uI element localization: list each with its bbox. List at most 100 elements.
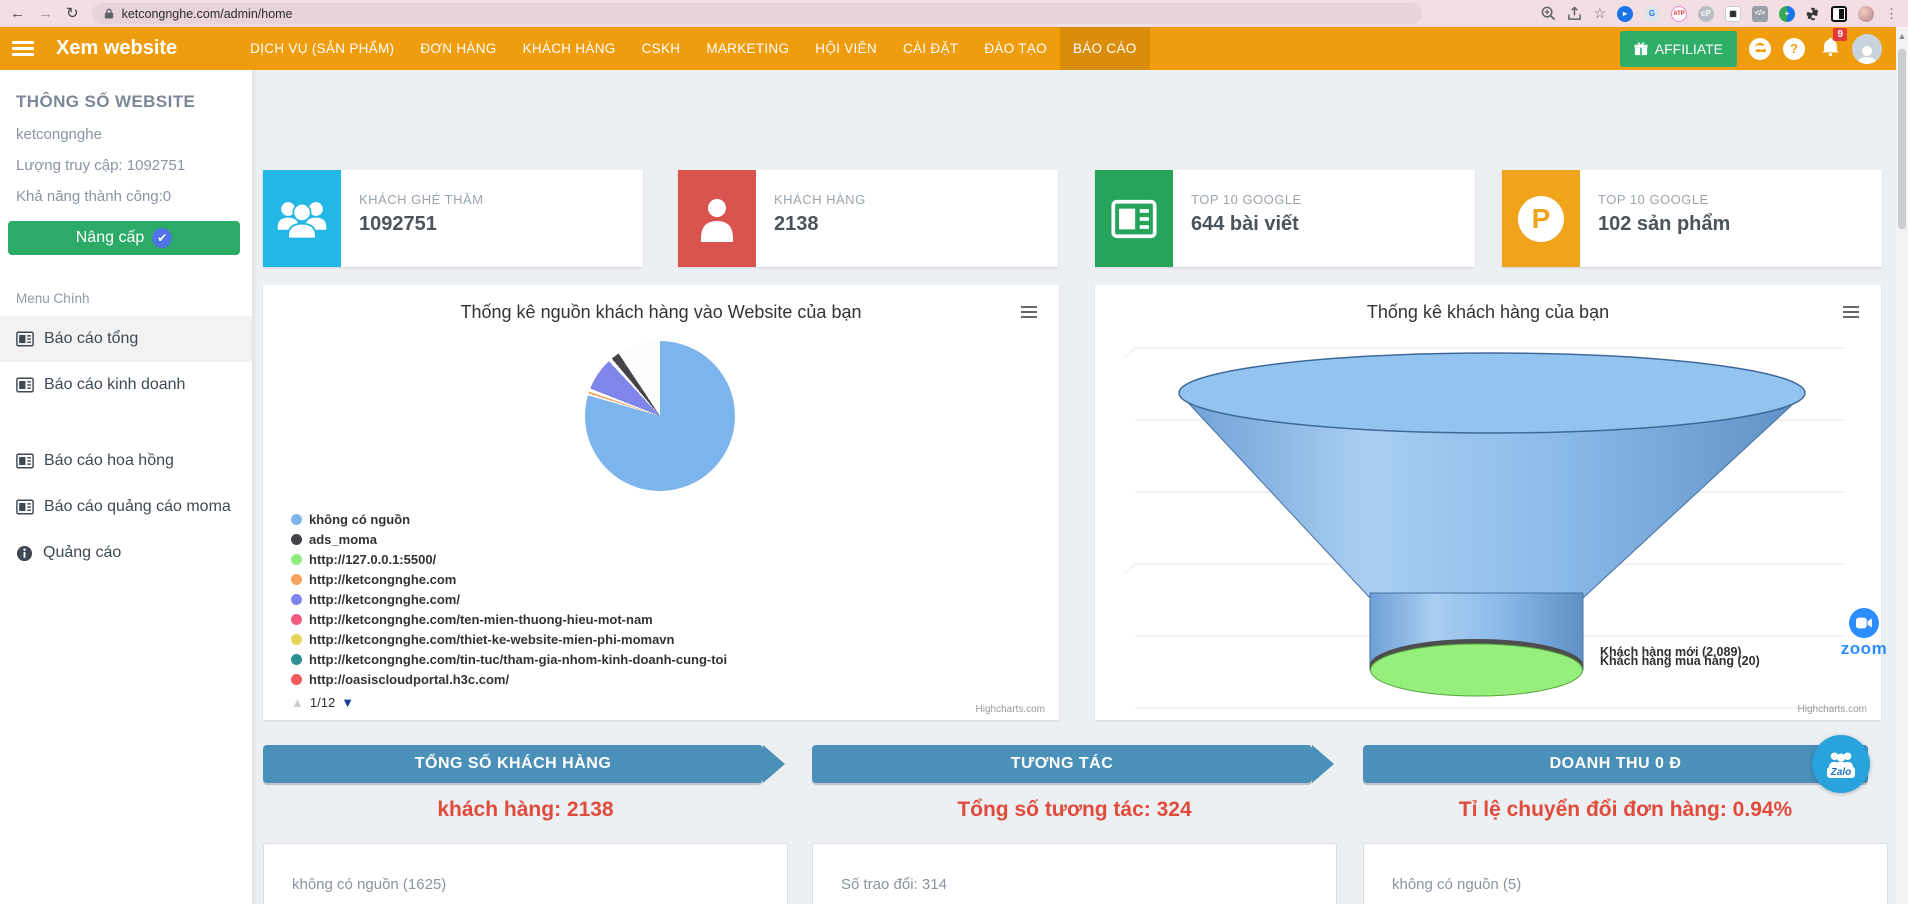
newspaper-icon [16, 453, 34, 469]
stat-customers-total: khách hàng: 2138 [263, 795, 788, 825]
help-icon[interactable]: ? [1783, 38, 1805, 60]
notifications-bell-icon[interactable]: 9 [1821, 37, 1840, 61]
legend-item[interactable]: http://ketcongnghe.com/tin-tuc/tham-gia-… [291, 649, 727, 669]
main-nav: DỊCH VỤ (SẢN PHẨM) ĐƠN HÀNG KHÁCH HÀNG C… [237, 27, 1149, 70]
legend-dot [291, 614, 302, 625]
scrollbar-up-arrow[interactable]: ▲ [1896, 27, 1908, 41]
stat-label: TOP 10 GOOGLE [1191, 192, 1302, 207]
sidebar-item-bao-cao-kinh-doanh[interactable]: Báo cáo kinh doanh [0, 362, 252, 408]
atp-icon[interactable]: ATP [1671, 6, 1687, 22]
affiliate-button[interactable]: AFFILIATE [1620, 31, 1737, 67]
nav-item-khach-hang[interactable]: KHÁCH HÀNG [510, 27, 629, 70]
newspaper-icon [16, 499, 34, 515]
detail-box-sources: không có nguồn (1625) [263, 843, 788, 904]
detail-box-exchanges: Số trao đổi: 314 [812, 843, 1337, 904]
nav-item-don-hang[interactable]: ĐƠN HÀNG [407, 27, 509, 70]
site-name: ketcongnghe [0, 112, 252, 143]
banner-revenue: DOANH THU 0 Đ [1363, 745, 1868, 783]
legend-item[interactable]: không có nguồn [291, 509, 727, 529]
zoom-camera-icon [1849, 608, 1879, 638]
detail-text: Số trao đổi: 314 [841, 876, 947, 893]
puzzle-icon[interactable] [1806, 7, 1820, 21]
detail-box-orders: không có nguồn (5) [1363, 843, 1888, 904]
banner-interactions: TƯƠNG TÁC [812, 745, 1312, 783]
bookmark-star-icon[interactable]: ☆ [1593, 5, 1606, 22]
nav-item-marketing[interactable]: MARKETING [693, 27, 802, 70]
code-icon[interactable]: </> [1752, 6, 1768, 22]
check-circle-icon: ✔ [152, 228, 172, 248]
detail-text: không có nguồn (1625) [292, 876, 446, 893]
funnel-chart-title: Thống kê khách hàng của bạn [1095, 285, 1881, 323]
profile-avatar[interactable] [1858, 6, 1874, 22]
nav-item-cai-dat[interactable]: CÀI ĐẶT [890, 27, 971, 70]
chart-export-menu-icon[interactable] [1843, 303, 1859, 321]
sidebar-item-bao-cao-quang-cao-moma[interactable]: Báo cáo quảng cáo moma [0, 484, 252, 530]
top-navbar: Xem website DỊCH VỤ (SẢN PHẨM) ĐƠN HÀNG … [0, 27, 1908, 70]
zalo-people-icon [1827, 751, 1855, 769]
legend-dot [291, 594, 302, 605]
nav-item-hoi-vien[interactable]: HỘI VIÊN [802, 27, 890, 70]
share-icon[interactable] [1567, 6, 1582, 21]
legend-item[interactable]: http://oasiscloudportal.h3c.com/ [291, 669, 727, 689]
sidebar-item-bao-cao-hoa-hong[interactable]: Báo cáo hoa hồng [0, 438, 252, 484]
kebab-menu-icon[interactable]: ⋮ [1885, 6, 1898, 22]
upgrade-button[interactable]: Nâng cấp ✔ [8, 221, 240, 255]
globe-icon[interactable] [1749, 38, 1771, 60]
newspaper-icon [16, 377, 34, 393]
legend-dot [291, 554, 302, 565]
stat-value: 2138 [774, 213, 866, 236]
stat-conversion-rate: Tỉ lệ chuyển đổi đơn hàng: 0.94% [1363, 795, 1888, 825]
browser-back-icon[interactable]: ← [10, 6, 25, 21]
qr-icon[interactable]: ▦ [1725, 6, 1741, 22]
funnel-chart[interactable] [1095, 340, 1881, 720]
page-scrollbar[interactable]: ▲ [1896, 27, 1908, 904]
legend-item[interactable]: http://ketcongnghe.com/ten-mien-thuong-h… [291, 609, 727, 629]
legend-next-icon[interactable]: ▼ [341, 695, 354, 710]
nav-item-cskh[interactable]: CSKH [629, 27, 694, 70]
nav-item-dich-vu[interactable]: DỊCH VỤ (SẢN PHẨM) [237, 27, 407, 70]
translate-icon[interactable]: G [1644, 6, 1660, 22]
pie-chart-card: Thống kê nguồn khách hàng vào Website củ… [263, 285, 1059, 720]
hamburger-menu-icon[interactable] [12, 38, 34, 59]
nav-item-dao-tao[interactable]: ĐÀO TẠO [971, 27, 1060, 70]
nav-item-bao-cao[interactable]: BÁO CÁO [1060, 27, 1150, 70]
dark-mode-icon[interactable] [1831, 6, 1847, 22]
person-icon [678, 170, 756, 267]
stat-value: 644 bài viết [1191, 213, 1302, 236]
scrollbar-thumb[interactable] [1898, 49, 1906, 229]
view-website-link[interactable]: Xem website [56, 37, 177, 60]
zoom-label: zoom [1832, 639, 1896, 659]
menu-heading: Menu Chính [0, 255, 252, 316]
highcharts-credit[interactable]: Highcharts.com [976, 704, 1045, 715]
visits-count: Lượng truy cập: 1092751 [0, 143, 252, 174]
plus-icon[interactable]: + [1779, 6, 1795, 22]
sidebar-item-bao-cao-tong[interactable]: Báo cáo tổng [0, 316, 252, 362]
zalo-widget[interactable]: Zalo [1812, 735, 1870, 793]
browser-forward-icon[interactable]: → [38, 6, 53, 21]
legend-item[interactable]: http://ketcongnghe.com/thiet-ke-website-… [291, 629, 727, 649]
legend-dot [291, 674, 302, 685]
legend-item[interactable]: ads_moma [291, 529, 727, 549]
browser-url-bar[interactable]: ketcongnghe.com/admin/home [92, 3, 1422, 24]
legend-item[interactable]: http://127.0.0.1:5500/ [291, 549, 727, 569]
legend-dot [291, 514, 302, 525]
user-avatar[interactable] [1852, 34, 1882, 64]
legend-item[interactable]: http://ketcongnghe.com/ [291, 589, 727, 609]
highcharts-credit[interactable]: Highcharts.com [1798, 704, 1867, 715]
sidebar-item-quang-cao[interactable]: Quảng cáo [0, 530, 252, 576]
pie-chart[interactable] [585, 341, 735, 491]
pin-extension-icon[interactable]: ▸ [1617, 6, 1633, 22]
legend-item[interactable]: http://ketcongnghe.com [291, 569, 727, 589]
zoom-in-icon[interactable] [1541, 6, 1556, 21]
cp-icon[interactable]: cP [1698, 6, 1714, 22]
gift-icon [1634, 42, 1648, 56]
browser-reload-icon[interactable]: ↻ [66, 6, 79, 21]
pie-chart-title: Thống kê nguồn khách hàng vào Website củ… [263, 285, 1059, 323]
detail-text: không có nguồn (5) [1392, 876, 1521, 893]
chart-export-menu-icon[interactable] [1021, 303, 1037, 321]
lock-icon [104, 7, 114, 20]
pie-legend: không có nguồn ads_moma http://127.0.0.1… [291, 509, 727, 710]
legend-dot [291, 534, 302, 545]
legend-dot [291, 574, 302, 585]
zoom-widget[interactable]: zoom [1832, 608, 1896, 659]
